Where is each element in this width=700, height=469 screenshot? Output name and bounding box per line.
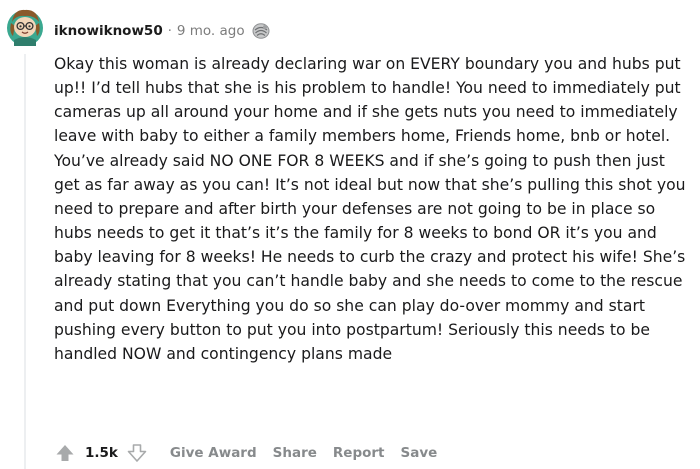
meta-separator: · [167,23,172,39]
avatar-icon[interactable] [4,6,46,48]
save-button[interactable]: Save [401,445,438,461]
downvote-icon[interactable] [126,442,148,464]
report-button[interactable]: Report [333,445,385,461]
upvote-icon[interactable] [54,442,76,464]
comment-body: Okay this woman is already declaring war… [54,55,686,363]
username[interactable]: iknowiknow50 [54,23,163,39]
award-icon [252,23,270,39]
thread-line[interactable] [24,54,26,469]
vote-count: 1.5k [85,445,118,461]
timestamp[interactable]: 9 mo. ago [177,23,245,39]
comment: iknowiknow50 · 9 mo. ago Okay this woman… [0,0,700,469]
share-button[interactable]: Share [273,445,317,461]
comment-header: iknowiknow50 · 9 mo. ago [54,20,271,42]
give-award-button[interactable]: Give Award [170,445,257,461]
comment-actions: 1.5k Give Award Share Report Save [54,440,437,466]
